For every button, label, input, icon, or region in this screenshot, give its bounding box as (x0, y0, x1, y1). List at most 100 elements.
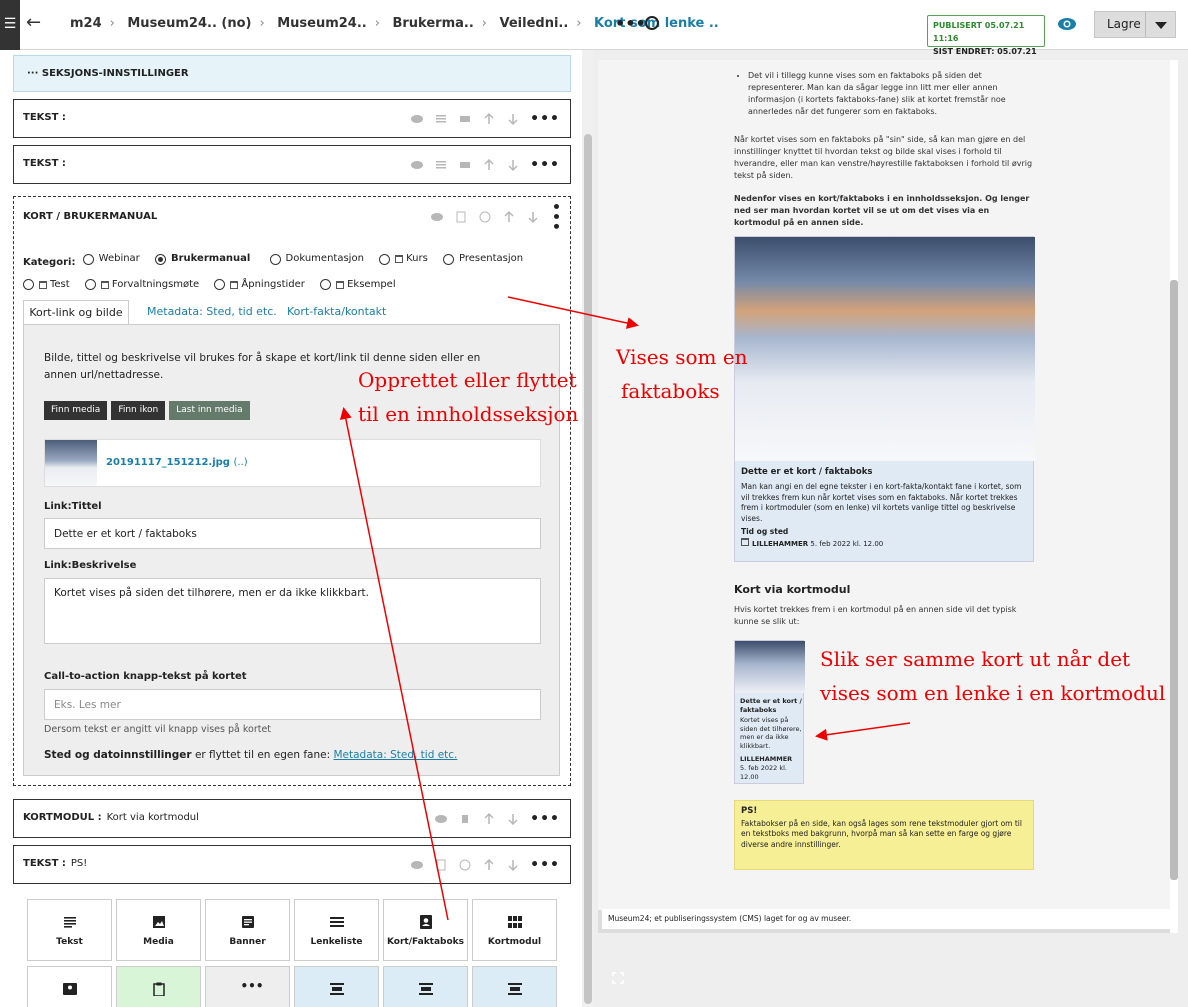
tab-metadata[interactable]: Metadata: Sted, tid etc. (147, 300, 277, 325)
palette-media[interactable]: Media (116, 899, 201, 961)
tab-kort-link[interactable]: Kort-link og bilde (23, 300, 129, 325)
radio-test[interactable]: Test (23, 274, 70, 296)
preview-scrollbar[interactable] (1170, 60, 1178, 933)
palette-section[interactable] (472, 966, 557, 1007)
arrow-down-icon[interactable] (506, 112, 520, 126)
preview-factbox: Dette er et kort / faktaboks Man kan ang… (734, 236, 1035, 562)
palette-section[interactable] (383, 966, 468, 1007)
arrow-down-icon[interactable] (506, 158, 520, 172)
text-module[interactable]: TEKST : ••• (13, 99, 571, 138)
save-dropdown-icon[interactable] (1145, 12, 1175, 37)
radio-webinar[interactable]: Webinar (82, 248, 140, 270)
document-icon[interactable] (434, 858, 448, 872)
gauge-icon[interactable] (458, 858, 472, 872)
palette-lenkeliste[interactable]: Lenkeliste (294, 899, 379, 961)
radio-forvaltningsmote[interactable]: Forvaltningsmøte (84, 274, 199, 296)
radio-eksempel[interactable]: Eksempel (320, 274, 396, 296)
eye-icon[interactable] (410, 858, 424, 872)
arrow-down-icon[interactable] (506, 858, 520, 872)
cta-hint: Dersom tekst er angitt vil knapp vises p… (44, 724, 272, 735)
palette-tekst[interactable]: Tekst (27, 899, 112, 961)
breadcrumb-item[interactable]: Museum24.. (277, 16, 367, 31)
document-icon[interactable] (454, 210, 468, 224)
arrow-down-icon[interactable] (506, 812, 520, 826)
vertical-more-icon[interactable]: ••• (547, 202, 563, 232)
radio-dokumentasjon[interactable]: Dokumentasjon (269, 248, 364, 270)
preview-paragraph: Når kortet vises som en faktaboks på "si… (734, 135, 1033, 180)
small-card-location: LILLEHAMMER (740, 755, 793, 763)
section-settings[interactable]: ··· SEKSJONS-INNSTILLINGER (13, 55, 571, 92)
grid-icon[interactable] (458, 812, 472, 826)
lines-icon[interactable] (434, 112, 448, 126)
arrow-up-icon[interactable] (482, 158, 496, 172)
palette-kort-faktaboks[interactable]: Kort/Faktaboks (383, 899, 468, 961)
radio-kurs[interactable]: Kurs (379, 248, 428, 270)
breadcrumb-item[interactable]: m24 (70, 16, 102, 31)
image-filename[interactable]: 20191117_151212.jpg (..) (106, 457, 248, 468)
breadcrumb-item[interactable]: Brukerma.. (392, 16, 473, 31)
editor-scrollbar[interactable] (582, 50, 594, 1007)
palette-more[interactable]: ••• (205, 966, 290, 1007)
more-icon[interactable]: ••• (530, 158, 560, 172)
card-module-list[interactable]: KORTMODUL : Kort via kortmodul ••• (13, 799, 571, 838)
menu-icon[interactable]: ☰ (0, 0, 20, 50)
list-icon (329, 917, 344, 927)
grid-icon (507, 916, 522, 928)
more-icon[interactable]: ••• (530, 112, 560, 126)
module-toolbar: ••• (430, 202, 563, 232)
cta-label: Call-to-action knapp-tekst på kortet (44, 671, 247, 682)
factbox-photo (735, 237, 1035, 461)
lines-icon[interactable] (434, 158, 448, 172)
arrow-down-icon[interactable] (526, 210, 540, 224)
text-module[interactable]: TEKST : PS! ••• (13, 845, 571, 884)
box-icon[interactable] (458, 112, 472, 126)
back-arrow-icon[interactable]: ← (26, 12, 41, 33)
eye-icon[interactable] (434, 812, 448, 826)
find-media-button[interactable]: Finn media (44, 401, 108, 420)
gauge-icon[interactable] (478, 210, 492, 224)
radio-brukermanual[interactable]: Brukermanual (155, 248, 254, 270)
description-textarea[interactable]: Kortet vises på siden det tilhørere, men… (44, 578, 541, 644)
save-button[interactable]: Lagre (1094, 11, 1176, 38)
upload-media-button[interactable]: Last inn media (169, 401, 250, 420)
text-module[interactable]: TEKST : ••• (13, 145, 571, 184)
breadcrumb-item[interactable]: Veiledni.. (500, 16, 569, 31)
image-row[interactable]: 20191117_151212.jpg (..) (44, 439, 541, 487)
status-circle-icon[interactable] (645, 16, 659, 30)
published-status: PUBLISERT 05.07.21 11:16 (933, 21, 1025, 43)
eye-icon[interactable] (430, 210, 444, 224)
tab-kort-fakta[interactable]: Kort-fakta/kontakt (287, 300, 386, 325)
module-title: KORTMODUL : Kort via kortmodul (23, 812, 199, 823)
preview-paragraph-bold: Nedenfor vises en kort/faktaboks i en in… (734, 194, 1030, 227)
radio-apningstider[interactable]: Åpningstider (214, 274, 305, 296)
more-icon[interactable]: ••• (530, 858, 560, 872)
annotation-cardmodule: Slik ser samme kort ut når det vises som … (820, 647, 1166, 705)
eye-icon[interactable] (410, 112, 424, 126)
palette-clipboard[interactable] (116, 966, 201, 1007)
fullscreen-icon[interactable] (612, 972, 624, 984)
eye-icon[interactable] (1057, 16, 1077, 32)
cta-input[interactable]: Eks. Les mer (44, 689, 541, 720)
palette-section[interactable] (294, 966, 379, 1007)
clipboard-icon (152, 982, 165, 996)
arrow-up-icon[interactable] (482, 858, 496, 872)
arrow-up-icon[interactable] (502, 210, 516, 224)
more-icon: ••• (240, 979, 264, 993)
more-icon[interactable]: ••• (530, 812, 560, 826)
palette-kortmodul[interactable]: Kortmodul (472, 899, 557, 961)
radio-presentasjon[interactable]: Presentasjon (443, 248, 523, 270)
box-icon[interactable] (458, 158, 472, 172)
find-icon-button[interactable]: Finn ikon (111, 401, 166, 420)
breadcrumb-item[interactable]: Museum24.. (no) (127, 16, 251, 31)
preview-small-card[interactable]: Dette er et kort / faktaboks Kortet vise… (734, 640, 805, 784)
arrow-up-icon[interactable] (482, 112, 496, 126)
title-input[interactable]: Dette er et kort / faktaboks (44, 518, 541, 549)
more-icon[interactable]: ••• (615, 14, 646, 33)
metadata-link[interactable]: Metadata: Sted, tid etc. (333, 749, 457, 761)
palette-banner[interactable]: Banner (205, 899, 290, 961)
arrow-up-icon[interactable] (482, 812, 496, 826)
eye-icon[interactable] (410, 158, 424, 172)
palette-contact[interactable] (27, 966, 112, 1007)
contact-icon (62, 983, 77, 995)
title-label: Link:Tittel (44, 501, 102, 512)
